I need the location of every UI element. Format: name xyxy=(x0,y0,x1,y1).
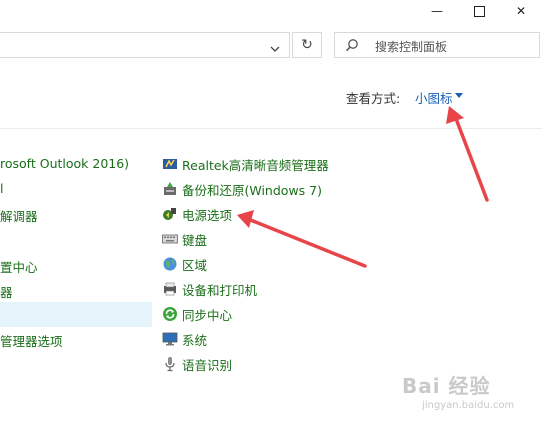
minimize-icon: — xyxy=(431,4,443,18)
list-item-label: 备份和还原(Windows 7) xyxy=(182,182,322,198)
list-item[interactable]: 解调器 xyxy=(0,206,38,225)
view-by-label: 查看方式: xyxy=(346,91,401,106)
system-icon xyxy=(162,332,178,346)
view-by-dropdown[interactable]: 小图标 xyxy=(415,88,453,107)
region-icon xyxy=(163,257,177,271)
list-item-system[interactable]: 系统 xyxy=(162,329,207,349)
address-bar[interactable] xyxy=(0,32,290,58)
list-item-devices[interactable]: 设备和打印机 xyxy=(162,279,257,299)
search-input[interactable]: 搜索控制面板 xyxy=(334,32,540,58)
devices-printers-icon xyxy=(164,282,176,296)
list-item-sync[interactable]: 同步中心 xyxy=(162,304,232,324)
maximize-icon xyxy=(473,5,485,17)
backup-restore-icon xyxy=(164,182,176,195)
list-item-label: 语音识别 xyxy=(182,357,233,373)
list-item-label: Realtek高清晰音频管理器 xyxy=(182,157,329,173)
title-bar: — ✕ xyxy=(0,0,542,24)
search-placeholder: 搜索控制面板 xyxy=(375,40,448,54)
list-item-label: 电源选项 xyxy=(182,207,233,223)
maximize-button[interactable] xyxy=(460,0,498,22)
hover-highlight xyxy=(0,302,152,327)
keyboard-icon xyxy=(162,234,178,244)
list-item-label: 键盘 xyxy=(182,232,208,248)
list-item-backup[interactable]: 备份和还原(Windows 7) xyxy=(162,179,322,199)
watermark-brand: Bai 经验 xyxy=(402,374,491,398)
list-item-region[interactable]: 区域 xyxy=(162,254,207,274)
realtek-audio-icon xyxy=(163,159,177,169)
list-item[interactable]: rosoft Outlook 2016) xyxy=(0,156,129,171)
list-item-power[interactable]: 电源选项 xyxy=(162,204,232,224)
list-item[interactable]: 置中心 xyxy=(0,257,38,276)
caret-down-icon[interactable] xyxy=(455,93,463,98)
watermark-url: jingyan.baidu.com xyxy=(422,400,515,411)
arrow-to-power-options xyxy=(237,210,367,268)
list-item-label: 设备和打印机 xyxy=(182,282,258,298)
chevron-down-icon[interactable] xyxy=(268,42,282,56)
list-item-speech[interactable]: 语音识别 xyxy=(162,354,232,374)
watermark: Bai 经验 jingyan.baidu.com xyxy=(402,370,515,420)
divider xyxy=(0,128,542,129)
list-item-keyboard[interactable]: 键盘 xyxy=(162,229,207,249)
speech-recognition-icon xyxy=(165,357,175,372)
address-row: ↻ 搜索控制面板 xyxy=(0,28,542,60)
list-item-label: 系统 xyxy=(182,332,208,348)
minimize-button[interactable]: — xyxy=(418,0,456,22)
close-button[interactable]: ✕ xyxy=(502,0,540,22)
annotation-arrows xyxy=(237,106,489,268)
list-item[interactable]: l xyxy=(0,181,3,196)
close-icon: ✕ xyxy=(515,4,527,18)
sync-center-icon xyxy=(163,307,177,321)
list-item-label: 区域 xyxy=(182,257,208,273)
list-item-label: 同步中心 xyxy=(182,307,233,323)
list-item[interactable]: 器 xyxy=(0,282,13,301)
list-item-realtek[interactable]: Realtek高清晰音频管理器 xyxy=(162,154,329,174)
refresh-icon: ↻ xyxy=(301,37,313,53)
search-icon xyxy=(345,39,358,52)
arrow-to-view-dropdown xyxy=(446,106,489,202)
power-options-icon xyxy=(163,208,176,220)
list-item[interactable]: 管理器选项 xyxy=(0,331,63,350)
refresh-button[interactable]: ↻ xyxy=(292,32,322,58)
